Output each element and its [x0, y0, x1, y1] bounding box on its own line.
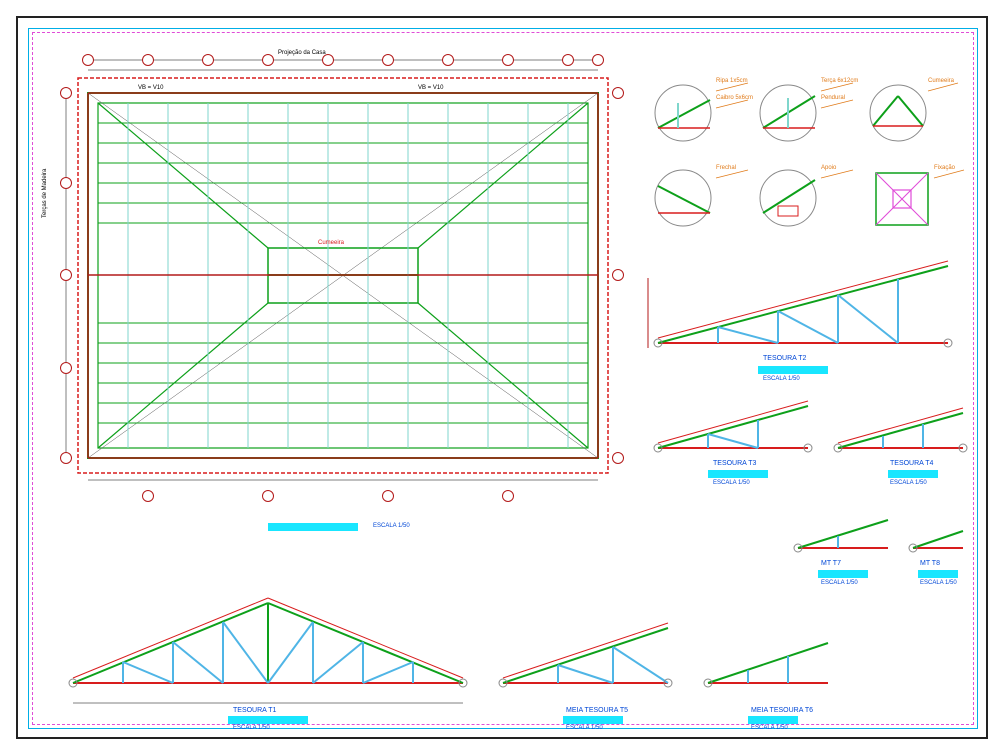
- truss-t7: [794, 520, 888, 552]
- scale-text-plan: ESCALA 1/50: [373, 523, 410, 529]
- scale-text-t6: ESCALA 1/50: [751, 725, 788, 731]
- grid-marker-col-9: [562, 54, 574, 66]
- grid-marker-row-e: [60, 452, 72, 464]
- scale-text-t1: ESCALA 1/50: [233, 725, 270, 731]
- truss-t7-title: MT T7: [821, 560, 841, 567]
- grid-marker-col-1: [82, 54, 94, 66]
- grid-marker-col-8b: [502, 490, 514, 502]
- truss-t8: [909, 531, 963, 552]
- scale-bar-t1: [228, 716, 308, 724]
- grid-marker-col-4b: [262, 490, 274, 502]
- grid-marker-col-6b: [382, 490, 394, 502]
- scale-text-t4: ESCALA 1/50: [890, 480, 927, 486]
- detail-5: [760, 170, 853, 226]
- truss-t3-title: TESOURA T3: [713, 460, 756, 467]
- truss-t4-title: TESOURA T4: [890, 460, 933, 467]
- detail-1: [655, 83, 748, 141]
- detail-3: [870, 83, 958, 141]
- scale-bar-t7: [818, 570, 868, 578]
- scale-bar-t6: [748, 716, 798, 724]
- detail-2: [760, 83, 853, 141]
- drawing-sheet: ESCALA 1/50 ESCALA 1/50 ESCALA 1/50 ESCA…: [16, 16, 988, 739]
- truss-t8-title: MT T8: [920, 560, 940, 567]
- truss-t5: [499, 623, 672, 687]
- grid-marker-col-3: [202, 54, 214, 66]
- detail-4: [655, 170, 748, 226]
- detail-3-note1: Cumeeira: [928, 78, 954, 84]
- truss-t6: [704, 643, 828, 687]
- truss-t2: [648, 261, 952, 348]
- grid-marker-row-a-r: [612, 87, 624, 99]
- detail-5-note1: Apoio: [821, 165, 836, 171]
- grid-marker-col-8: [502, 54, 514, 66]
- grid-marker-col-10: [592, 54, 604, 66]
- detail-1-note2: Caibro 5x6cm: [716, 95, 753, 101]
- truss-t1-title: TESOURA T1: [233, 707, 276, 714]
- drawing-canvas: [18, 18, 986, 737]
- grid-marker-row-e-r: [612, 452, 624, 464]
- grid-marker-row-c: [60, 269, 72, 281]
- note-top: Projeção da Casa: [278, 50, 326, 56]
- grid-marker-row-b: [60, 177, 72, 189]
- beam-label-1: VB = V10: [138, 85, 164, 91]
- detail-1-note1: Ripa 1x5cm: [716, 78, 748, 84]
- scale-bar-t3: [708, 470, 768, 478]
- detail-4-note1: Frechal: [716, 165, 736, 171]
- detail-6-note1: Fixação: [934, 165, 955, 171]
- ridge-label: Cumeeira: [318, 240, 344, 246]
- scale-text-t7: ESCALA 1/50: [821, 580, 858, 586]
- truss-t2-title: TESOURA T2: [763, 355, 806, 362]
- scale-text-t3: ESCALA 1/50: [713, 480, 750, 486]
- detail-6: [876, 170, 964, 225]
- truss-t6-title: MEIA TESOURA T6: [751, 707, 813, 714]
- beam-label-2: VB = V10: [418, 85, 444, 91]
- scale-bar-plan: [268, 523, 358, 531]
- scale-bar-t4: [888, 470, 938, 478]
- grid-marker-row-a: [60, 87, 72, 99]
- scale-bar-t2: [758, 366, 828, 374]
- scale-bar-t5: [563, 716, 623, 724]
- roof-plan: [66, 60, 608, 480]
- scale-bar-t8: [918, 570, 958, 578]
- note-left: Terças de Madeira: [42, 169, 48, 218]
- detail-2-note1: Terça 6x12cm: [821, 78, 858, 84]
- scale-text-t5: ESCALA 1/50: [566, 725, 603, 731]
- grid-marker-row-c-r: [612, 269, 624, 281]
- truss-t1: [69, 598, 467, 703]
- detail-2-note2: Pendural: [821, 95, 845, 101]
- truss-t5-title: MEIA TESOURA T5: [566, 707, 628, 714]
- grid-marker-col-2: [142, 54, 154, 66]
- grid-marker-col-6: [382, 54, 394, 66]
- grid-marker-col-4: [262, 54, 274, 66]
- scale-text-t8: ESCALA 1/50: [920, 580, 957, 586]
- grid-marker-row-d: [60, 362, 72, 374]
- scale-text-t2: ESCALA 1/50: [763, 376, 800, 382]
- grid-marker-col-7: [442, 54, 454, 66]
- truss-t4: [834, 408, 967, 452]
- truss-t3: [654, 401, 812, 452]
- grid-marker-col-2b: [142, 490, 154, 502]
